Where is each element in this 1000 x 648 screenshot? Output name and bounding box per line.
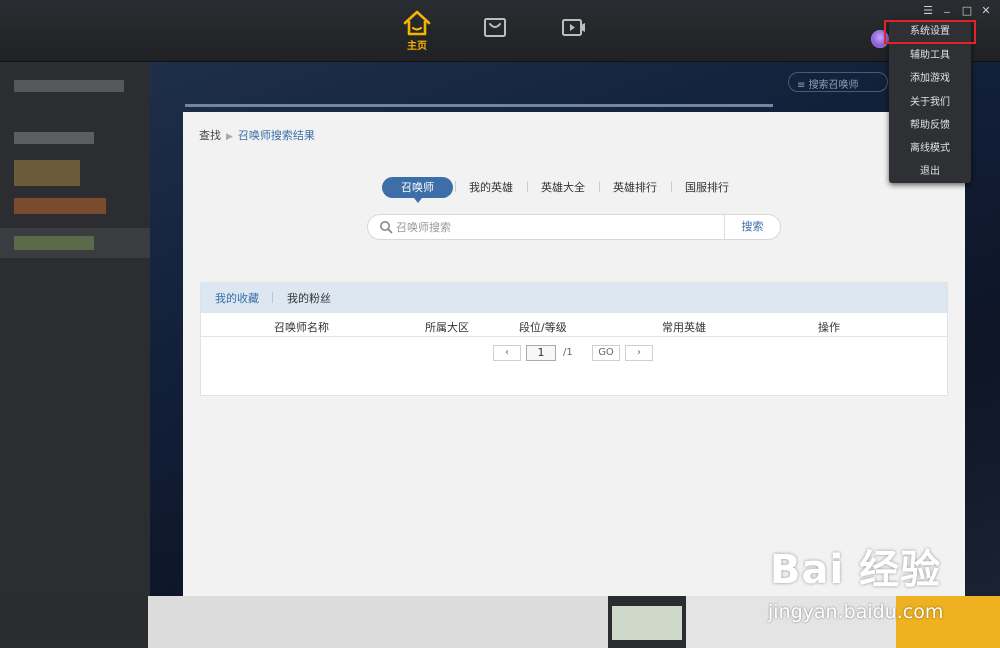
main-panel: 查找 ▶ 召唤师搜索结果 召唤师 我的英雄 英雄大全 英雄排行 国服排行 搜索 我的… — [183, 112, 965, 602]
tab-hero-encyclopedia[interactable]: 英雄大全 — [527, 179, 599, 195]
tab-fans[interactable]: 我的粉丝 — [287, 290, 345, 306]
settings-dropdown-menu: 系统设置 辅助工具 添加游戏 关于我们 帮助反馈 离线模式 退出 — [884, 20, 976, 183]
bag-icon — [484, 18, 506, 37]
search-tabs: 召唤师 我的英雄 英雄大全 英雄排行 国服排行 — [382, 176, 743, 203]
search-button[interactable]: 搜索 — [724, 215, 780, 239]
bottom-blur-2 — [612, 606, 682, 640]
sidebar-blur-1 — [14, 80, 124, 92]
maximize-icon[interactable]: □ — [960, 4, 974, 17]
sidebar — [0, 62, 150, 602]
summoner-search-input[interactable] — [396, 219, 716, 235]
hero-search-placeholder: 搜索召唤师 — [808, 80, 859, 91]
menu-item-add-game[interactable]: 添加游戏 — [889, 67, 971, 90]
watermark-url: jingyan.baidu.com — [768, 601, 944, 623]
go-button[interactable]: GO — [592, 345, 620, 361]
list-icon: ≡ — [797, 80, 809, 91]
menu-item-exit[interactable]: 退出 — [889, 160, 971, 183]
card-tabs: 我的收藏 我的粉丝 — [201, 283, 947, 313]
col-region: 所属大区 — [425, 321, 469, 334]
sidebar-blur-2 — [14, 132, 94, 144]
title-bar: 主页 ☰ _ □ ✕ — [0, 0, 1000, 62]
menu-icon[interactable]: ☰ — [921, 4, 935, 17]
watermark-brand: Bai 经验 — [770, 547, 942, 593]
nav-store[interactable] — [473, 16, 517, 62]
close-icon[interactable]: ✕ — [979, 4, 993, 17]
sidebar-blur-3 — [14, 160, 80, 186]
table-header: 召唤师名称 所属大区 段位/等级 常用英雄 操作 — [201, 313, 947, 337]
home-icon — [403, 10, 431, 36]
tab-favorites[interactable]: 我的收藏 — [215, 290, 273, 306]
tab-my-heroes[interactable]: 我的英雄 — [455, 179, 527, 195]
summoner-search-box: 搜索 — [367, 214, 781, 240]
tab-hero-ranking[interactable]: 英雄排行 — [599, 179, 671, 195]
sidebar-blur-5 — [14, 236, 94, 250]
page-total: /1 — [563, 347, 573, 358]
menu-item-help-feedback[interactable]: 帮助反馈 — [889, 114, 971, 137]
baidu-watermark: Bai 经验 jingyan.baidu.com — [766, 533, 998, 629]
next-page-button[interactable]: › — [625, 345, 653, 361]
menu-item-about[interactable]: 关于我们 — [889, 91, 971, 114]
breadcrumb-arrow-icon: ▶ — [226, 132, 233, 142]
col-summoner-name: 召唤师名称 — [274, 321, 329, 334]
menu-item-offline-mode[interactable]: 离线模式 — [889, 137, 971, 160]
page-number[interactable]: 1 — [526, 345, 556, 361]
hero-progress-strip — [185, 104, 773, 107]
tab-summoner[interactable]: 召唤师 — [382, 176, 453, 203]
breadcrumb: 查找 ▶ 召唤师搜索结果 — [199, 127, 315, 143]
menu-item-tools[interactable]: 辅助工具 — [889, 44, 971, 67]
nav-home[interactable]: 主页 — [395, 10, 439, 56]
nav-video[interactable] — [552, 16, 596, 62]
sidebar-blur-4 — [14, 198, 106, 214]
col-rank-level: 段位/等级 — [519, 321, 567, 334]
prev-page-button[interactable]: ‹ — [493, 345, 521, 361]
breadcrumb-current: 召唤师搜索结果 — [237, 129, 315, 142]
hero-search-input[interactable]: ≡ 搜索召唤师 — [788, 72, 888, 92]
minimize-icon[interactable]: _ — [940, 0, 954, 13]
video-icon — [562, 19, 585, 36]
col-actions: 操作 — [818, 321, 840, 334]
menu-item-system-settings[interactable]: 系统设置 — [884, 20, 976, 44]
pagination: ‹ 1 /1 GO › — [201, 337, 947, 373]
breadcrumb-root[interactable]: 查找 — [199, 129, 221, 142]
search-icon — [380, 221, 393, 234]
col-common-heroes: 常用英雄 — [662, 321, 706, 334]
results-card: 我的收藏 我的粉丝 召唤师名称 所属大区 段位/等级 常用英雄 操作 ‹ 1 /… — [200, 282, 948, 396]
bottom-blur-1 — [148, 596, 608, 648]
nav-home-label: 主页 — [407, 41, 427, 52]
tab-server-ranking[interactable]: 国服排行 — [671, 179, 743, 195]
